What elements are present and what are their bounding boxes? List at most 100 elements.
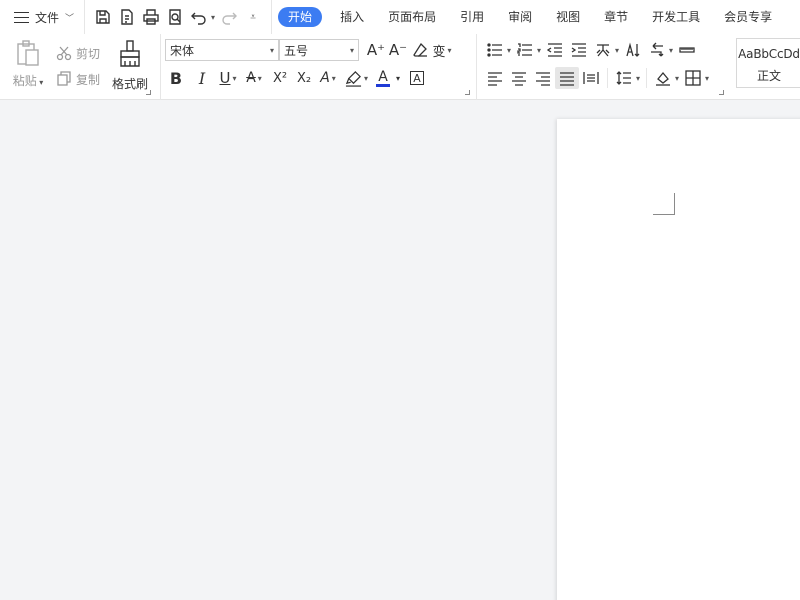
font-family-select[interactable]: 宋体 ▾ xyxy=(165,39,279,61)
decrease-indent-button[interactable] xyxy=(543,39,567,61)
justify-icon xyxy=(560,72,574,86)
underline-button[interactable]: U ▾ xyxy=(217,67,239,89)
shading-button[interactable] xyxy=(651,67,675,89)
ribbon-tabs: 开始 插入 页面布局 引用 审阅 视图 章节 开发工具 会员专享 xyxy=(271,0,784,34)
shrink-font-button[interactable]: A⁻ xyxy=(387,39,409,61)
chinese-layout-button[interactable] xyxy=(591,39,615,61)
font-color-button[interactable]: A xyxy=(372,67,394,89)
strikethrough-dropdown-icon[interactable]: ▾ xyxy=(258,74,262,83)
print-icon[interactable] xyxy=(139,5,163,29)
file-menu[interactable]: 文件 ﹀ xyxy=(0,0,80,34)
align-center-icon xyxy=(512,72,526,86)
clipboard-group: 粘贴 ▾ 剪切 复制 格式刷 xyxy=(0,34,158,100)
tab-view[interactable]: 视图 xyxy=(544,0,592,34)
tab-page-layout[interactable]: 页面布局 xyxy=(376,0,448,34)
distributed-align-icon xyxy=(583,72,599,84)
undo-dropdown-icon[interactable]: ▾ xyxy=(211,13,215,22)
align-left-icon xyxy=(488,72,502,86)
bold-button[interactable]: B xyxy=(165,67,187,89)
distributed-align-button[interactable] xyxy=(579,67,603,89)
quick-access-toolbar: ▾ ⩡ xyxy=(84,0,265,34)
justify-button[interactable] xyxy=(555,67,579,89)
shading-dropdown-icon[interactable]: ▾ xyxy=(675,74,679,83)
file-menu-label: 文件 xyxy=(35,10,60,25)
paste-icon xyxy=(15,40,41,68)
chinese-layout-dropdown-icon[interactable]: ▾ xyxy=(615,46,619,55)
align-center-button[interactable] xyxy=(507,67,531,89)
numbered-list-button[interactable] xyxy=(513,39,537,61)
undo-icon[interactable] xyxy=(187,5,211,29)
phonetic-dropdown-icon[interactable]: ▾ xyxy=(448,46,452,55)
print-preview-icon[interactable] xyxy=(163,5,187,29)
text-effect-dropdown-icon[interactable]: ▾ xyxy=(332,74,336,83)
show-marks-button[interactable] xyxy=(645,39,669,61)
cut-label: 剪切 xyxy=(76,46,101,61)
decrease-indent-icon xyxy=(547,43,563,57)
bullet-list-dropdown-icon[interactable]: ▾ xyxy=(507,46,511,55)
borders-button[interactable] xyxy=(681,67,705,89)
align-right-button[interactable] xyxy=(531,67,555,89)
font-size-value: 五号 xyxy=(284,43,309,58)
save-icon[interactable] xyxy=(91,5,115,29)
format-painter-button[interactable]: 格式刷 xyxy=(110,40,150,92)
line-spacing-button[interactable] xyxy=(612,67,636,89)
paste-button[interactable]: 粘贴 ▾ xyxy=(10,40,46,89)
paragraph-dialog-launcher[interactable] xyxy=(719,90,724,95)
clipboard-dialog-launcher[interactable] xyxy=(146,90,151,95)
text-effect-button[interactable]: A ▾ xyxy=(317,67,339,89)
bullet-list-button[interactable] xyxy=(483,39,507,61)
tab-member[interactable]: 会员专享 xyxy=(712,0,784,34)
borders-icon xyxy=(685,70,701,86)
phonetic-guide-button[interactable]: 变 ▾ xyxy=(431,39,453,61)
copy-button[interactable]: 复制 xyxy=(56,68,100,90)
highlight-button[interactable]: ▾ xyxy=(345,67,368,89)
tab-home[interactable]: 开始 xyxy=(278,7,323,27)
grow-font-button[interactable]: A⁺ xyxy=(365,39,387,61)
format-painter-label: 格式刷 xyxy=(111,77,148,91)
line-spacing-dropdown-icon[interactable]: ▾ xyxy=(636,74,640,83)
italic-button[interactable]: I xyxy=(191,67,213,89)
export-pdf-icon[interactable] xyxy=(115,5,139,29)
font-dialog-launcher[interactable] xyxy=(465,90,470,95)
divider xyxy=(607,68,608,88)
highlighter-icon xyxy=(345,70,362,87)
show-marks-dropdown-icon[interactable]: ▾ xyxy=(669,46,673,55)
increase-indent-button[interactable] xyxy=(567,39,591,61)
strikethrough-button[interactable]: A ▾ xyxy=(243,67,265,89)
tab-references[interactable]: 引用 xyxy=(448,0,496,34)
paste-dropdown-icon[interactable]: ▾ xyxy=(37,78,43,87)
font-color-dropdown-icon[interactable]: ▾ xyxy=(396,74,400,83)
strikethrough-icon: A xyxy=(246,70,256,86)
customize-toolbar-icon[interactable]: ⩡ xyxy=(241,5,265,29)
borders-dropdown-icon[interactable]: ▾ xyxy=(705,74,709,83)
tab-chapter[interactable]: 章节 xyxy=(592,0,640,34)
chevron-down-icon: ﹀ xyxy=(65,13,75,24)
style-normal[interactable]: AaBbCcDd 正文 xyxy=(736,38,800,88)
tab-insert[interactable]: 插入 xyxy=(328,0,376,34)
paragraph-group: ▾ ▾ ▾ ▾ ▾ ▾ ▾ xyxy=(476,34,730,100)
style-name: 正文 xyxy=(756,69,781,83)
tab-review[interactable]: 审阅 xyxy=(496,0,544,34)
underline-dropdown-icon[interactable]: ▾ xyxy=(232,74,236,83)
style-sample: AaBbCcDd xyxy=(738,47,800,61)
subscript-button[interactable]: X₂ xyxy=(293,67,315,89)
redo-icon[interactable] xyxy=(217,5,241,29)
grow-font-icon: A⁺ xyxy=(366,41,386,59)
format-painter-icon xyxy=(120,40,140,67)
sort-button[interactable] xyxy=(621,39,645,61)
increase-indent-icon xyxy=(571,43,587,57)
character-border-button[interactable]: A xyxy=(406,67,428,89)
cut-button[interactable]: 剪切 xyxy=(56,42,100,64)
ruler-button[interactable] xyxy=(675,39,699,61)
chevron-down-icon: ▾ xyxy=(269,45,274,55)
tab-developer[interactable]: 开发工具 xyxy=(640,0,712,34)
document-page[interactable] xyxy=(557,119,800,600)
ruler-icon xyxy=(679,47,695,53)
align-left-button[interactable] xyxy=(483,67,507,89)
numbered-list-dropdown-icon[interactable]: ▾ xyxy=(537,46,541,55)
superscript-button[interactable]: X² xyxy=(269,67,291,89)
highlight-dropdown-icon[interactable]: ▾ xyxy=(364,74,368,83)
scissors-icon xyxy=(56,46,72,61)
clear-format-button[interactable] xyxy=(409,39,431,61)
font-size-select[interactable]: 五号 ▾ xyxy=(279,39,359,61)
